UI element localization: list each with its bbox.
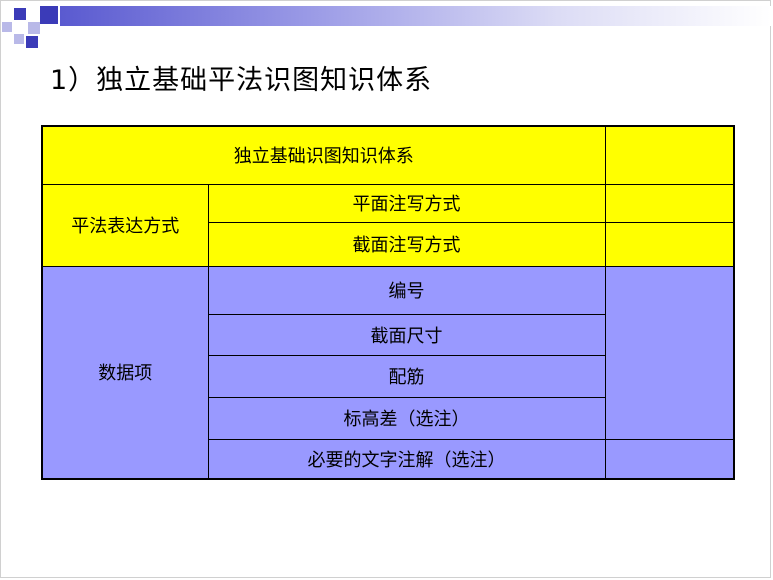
empty-cell	[604, 265, 735, 440]
header-gradient-bar	[60, 6, 771, 26]
group-label-expression: 平法表达方式	[41, 183, 209, 267]
empty-cell	[604, 183, 735, 223]
table-header: 独立基础识图知识体系	[41, 125, 606, 185]
table-row-item: 配筋	[207, 354, 606, 398]
table-row-item: 截面注写方式	[207, 221, 606, 267]
table-row-item: 标高差（选注）	[207, 396, 606, 440]
empty-cell	[604, 438, 735, 480]
table-row-item: 平面注写方式	[207, 183, 606, 223]
knowledge-table: 独立基础识图知识体系 平法表达方式 平面注写方式 截面注写方式 数据项 编号 截…	[41, 125, 735, 480]
table-row-item: 截面尺寸	[207, 313, 606, 356]
table-row-item: 必要的文字注解（选注）	[207, 438, 606, 480]
table-row-item: 编号	[207, 265, 606, 315]
empty-cell	[604, 221, 735, 267]
slide-title: 1）独立基础平法识图知识体系	[50, 65, 433, 96]
group-label-data: 数据项	[41, 265, 209, 480]
empty-cell	[604, 125, 735, 185]
